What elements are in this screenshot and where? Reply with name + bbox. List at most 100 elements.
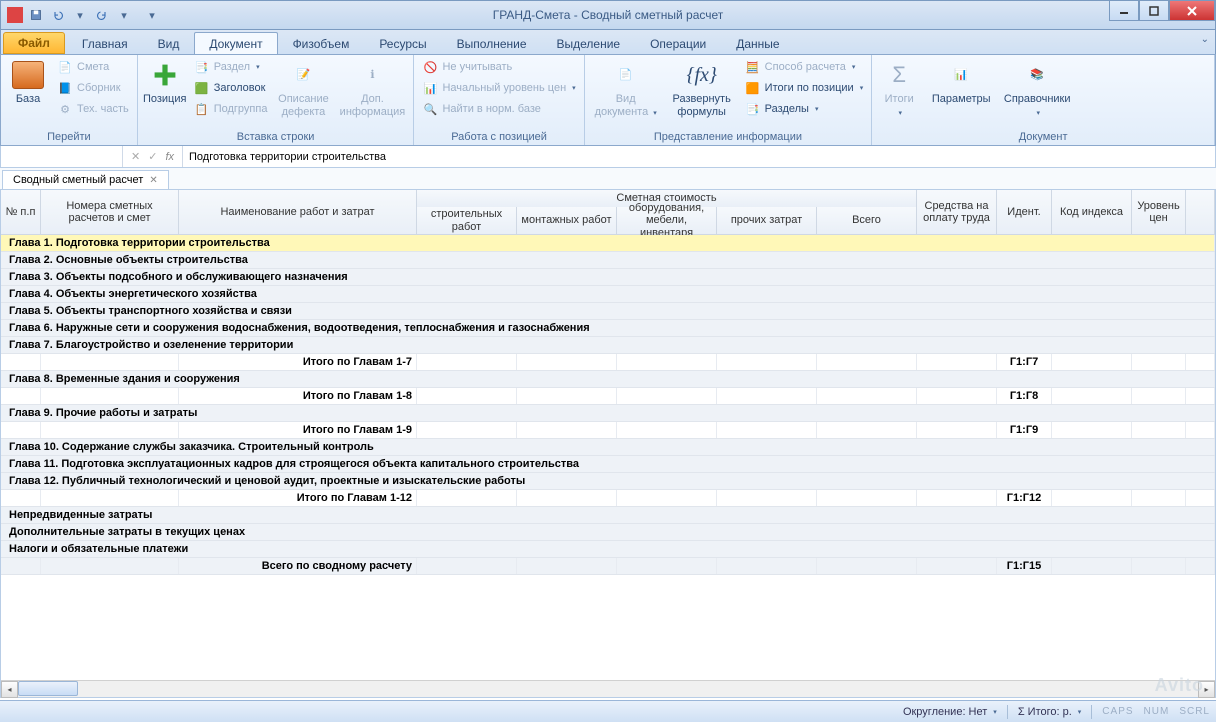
- podgruppa-button: 📋Подгруппа: [190, 99, 272, 119]
- col-uroven[interactable]: Уровень цен: [1132, 190, 1186, 234]
- grid-header: № п.п Номера сметных расчетов и смет Наи…: [1, 190, 1215, 235]
- table-row[interactable]: Итого по Главам 1-7Г1:Г7: [1, 354, 1215, 371]
- tab-data[interactable]: Данные: [721, 32, 794, 54]
- col-vsego[interactable]: Всего: [817, 207, 917, 234]
- minimize-button[interactable]: [1109, 1, 1139, 21]
- table-row[interactable]: Глава 10. Содержание службы заказчика. С…: [1, 439, 1215, 456]
- tab-operations[interactable]: Операции: [635, 32, 721, 54]
- parametry-button[interactable]: 📊 Параметры: [924, 57, 998, 108]
- doc-tabs: Сводный сметный расчет ✕: [0, 168, 1216, 190]
- razvernut-formuly-button[interactable]: {fx} Развернуть формулы: [665, 57, 739, 120]
- col-montazh[interactable]: монтажных работ: [517, 207, 617, 234]
- ne-uchityvat-button: 🚫Не учитывать: [418, 57, 579, 77]
- scroll-thumb[interactable]: [18, 681, 78, 696]
- group-predstavlenie: 📄 Вид документа ▾ {fx} Развернуть формул…: [585, 55, 873, 145]
- view-icon: 📄: [610, 59, 642, 91]
- name-box[interactable]: [1, 146, 123, 167]
- razdely-button[interactable]: 📑Разделы▾: [741, 99, 868, 119]
- group-label: Перейти: [5, 130, 133, 145]
- qat-dropdown2-icon[interactable]: ▾: [115, 6, 133, 24]
- cancel-icon[interactable]: ✕: [131, 150, 140, 163]
- doc-tab-active[interactable]: Сводный сметный расчет ✕: [2, 170, 169, 189]
- scroll-right-button[interactable]: ▸: [1198, 681, 1215, 698]
- qat-redo-icon[interactable]: [93, 6, 111, 24]
- horizontal-scrollbar[interactable]: ◂ ▸: [1, 680, 1215, 697]
- sections-icon: 📑: [745, 101, 761, 117]
- table-row[interactable]: Непредвиденные затраты: [1, 507, 1215, 524]
- qat-customize-icon[interactable]: ▾: [143, 6, 161, 24]
- tab-file[interactable]: Файл: [3, 32, 65, 54]
- col-oborud[interactable]: оборудования, мебели, инвентаря: [617, 207, 717, 234]
- tab-fizobem[interactable]: Физобъем: [278, 32, 365, 54]
- col-kod[interactable]: Код индекса: [1052, 190, 1132, 234]
- qat-dropdown-icon[interactable]: ▾: [71, 6, 89, 24]
- table-row[interactable]: Глава 3. Объекты подсобного и обслуживаю…: [1, 269, 1215, 286]
- tab-main[interactable]: Главная: [67, 32, 143, 54]
- group-perejti: База 📄Смета 📘Сборник ⚙Тех. часть Перейти: [1, 55, 138, 145]
- tab-selection[interactable]: Выделение: [542, 32, 636, 54]
- calc-icon: 🧮: [745, 59, 761, 75]
- info-icon: ℹ: [356, 59, 388, 91]
- col-naim[interactable]: Наименование работ и затрат: [179, 190, 417, 234]
- baza-button[interactable]: База: [5, 57, 51, 108]
- sb-itogo[interactable]: Σ Итого: р.▾: [1018, 706, 1081, 718]
- table-row[interactable]: Глава 8. Временные здания и сооружения: [1, 371, 1215, 388]
- spravochniki-button[interactable]: 📚 Справочники▾: [1000, 57, 1074, 120]
- nach-uroven-button: 📊Начальный уровень цен▾: [418, 78, 579, 98]
- table-row[interactable]: Итого по Главам 1-9Г1:Г9: [1, 422, 1215, 439]
- table-row[interactable]: Итого по Главам 1-12Г1:Г12: [1, 490, 1215, 507]
- col-prochih[interactable]: прочих затрат: [717, 207, 817, 234]
- grid-body[interactable]: Глава 1. Подготовка территории строитель…: [1, 235, 1215, 680]
- formula-bar: ✕ ✓ fx Подготовка территории строительст…: [0, 146, 1216, 168]
- table-row[interactable]: Итого по Главам 1-8Г1:Г8: [1, 388, 1215, 405]
- scroll-left-button[interactable]: ◂: [1, 681, 18, 698]
- table-row[interactable]: Глава 4. Объекты энергетического хозяйст…: [1, 286, 1215, 303]
- table-row[interactable]: Налоги и обязательные платежи: [1, 541, 1215, 558]
- qat-save-icon[interactable]: [27, 6, 45, 24]
- tab-view[interactable]: Вид: [143, 32, 195, 54]
- totals-icon: 🟧: [745, 80, 761, 96]
- zagolovok-button[interactable]: 🟩Заголовок: [190, 78, 272, 98]
- sb-okruglenie[interactable]: Округление: Нет▾: [903, 706, 997, 718]
- table-row[interactable]: Дополнительные затраты в текущих ценах: [1, 524, 1215, 541]
- opis-defekta-button: 📝 Описание дефекта: [273, 57, 333, 120]
- sb-caps: CAPS: [1102, 706, 1133, 717]
- titlebar: ▾ ▾ ▾ ГРАНД-Смета - Сводный сметный расч…: [0, 0, 1216, 30]
- pozitsiya-button[interactable]: Позиция: [142, 57, 188, 108]
- maximize-button[interactable]: [1139, 1, 1169, 21]
- table-row[interactable]: Глава 11. Подготовка эксплуатационных ка…: [1, 456, 1215, 473]
- tab-execution[interactable]: Выполнение: [442, 32, 542, 54]
- table-row[interactable]: Глава 6. Наружные сети и сооружения водо…: [1, 320, 1215, 337]
- statusbar: Округление: Нет▾ Σ Итого: р.▾ CAPS NUM S…: [0, 700, 1216, 722]
- group-label: Вставка строки: [142, 130, 410, 145]
- col-stroit[interactable]: строительных работ: [417, 207, 517, 234]
- tab-resources[interactable]: Ресурсы: [364, 32, 441, 54]
- fx-label[interactable]: fx: [165, 151, 174, 163]
- qat-undo-icon[interactable]: [49, 6, 67, 24]
- formula-input[interactable]: Подготовка территории строительства: [183, 151, 1215, 163]
- table-row[interactable]: Всего по сводному расчетуГ1:Г15: [1, 558, 1215, 575]
- col-sredstva[interactable]: Средства на оплату труда: [917, 190, 997, 234]
- table-row[interactable]: Глава 1. Подготовка территории строитель…: [1, 235, 1215, 252]
- col-nomera[interactable]: Номера сметных расчетов и смет: [41, 190, 179, 234]
- table-row[interactable]: Глава 12. Публичный технологический и це…: [1, 473, 1215, 490]
- table-row[interactable]: Глава 5. Объекты транспортного хозяйства…: [1, 303, 1215, 320]
- defect-icon: 📝: [287, 59, 319, 91]
- sbornik-button: 📘Сборник: [53, 78, 133, 98]
- ribbon: База 📄Смета 📘Сборник ⚙Тех. часть Перейти…: [0, 54, 1216, 146]
- close-tab-icon[interactable]: ✕: [149, 175, 157, 186]
- col-np[interactable]: № п.п: [1, 190, 41, 234]
- ribbon-minimize-icon[interactable]: ⌄: [1201, 34, 1209, 45]
- col-ident[interactable]: Идент.: [997, 190, 1052, 234]
- close-button[interactable]: [1169, 1, 1215, 21]
- tech-chast-button: ⚙Тех. часть: [53, 99, 133, 119]
- exclude-icon: 🚫: [422, 59, 438, 75]
- accept-icon[interactable]: ✓: [148, 150, 157, 163]
- ribbon-tabs: Файл Главная Вид Документ Физобъем Ресур…: [0, 30, 1216, 54]
- tab-document[interactable]: Документ: [194, 32, 277, 54]
- table-row[interactable]: Глава 9. Прочие работы и затраты: [1, 405, 1215, 422]
- table-row[interactable]: Глава 2. Основные объекты строительства: [1, 252, 1215, 269]
- doc-tab-label: Сводный сметный расчет: [13, 174, 143, 186]
- table-row[interactable]: Глава 7. Благоустройство и озеленение те…: [1, 337, 1215, 354]
- itogi-po-pozitsii-button[interactable]: 🟧Итоги по позиции▾: [741, 78, 868, 98]
